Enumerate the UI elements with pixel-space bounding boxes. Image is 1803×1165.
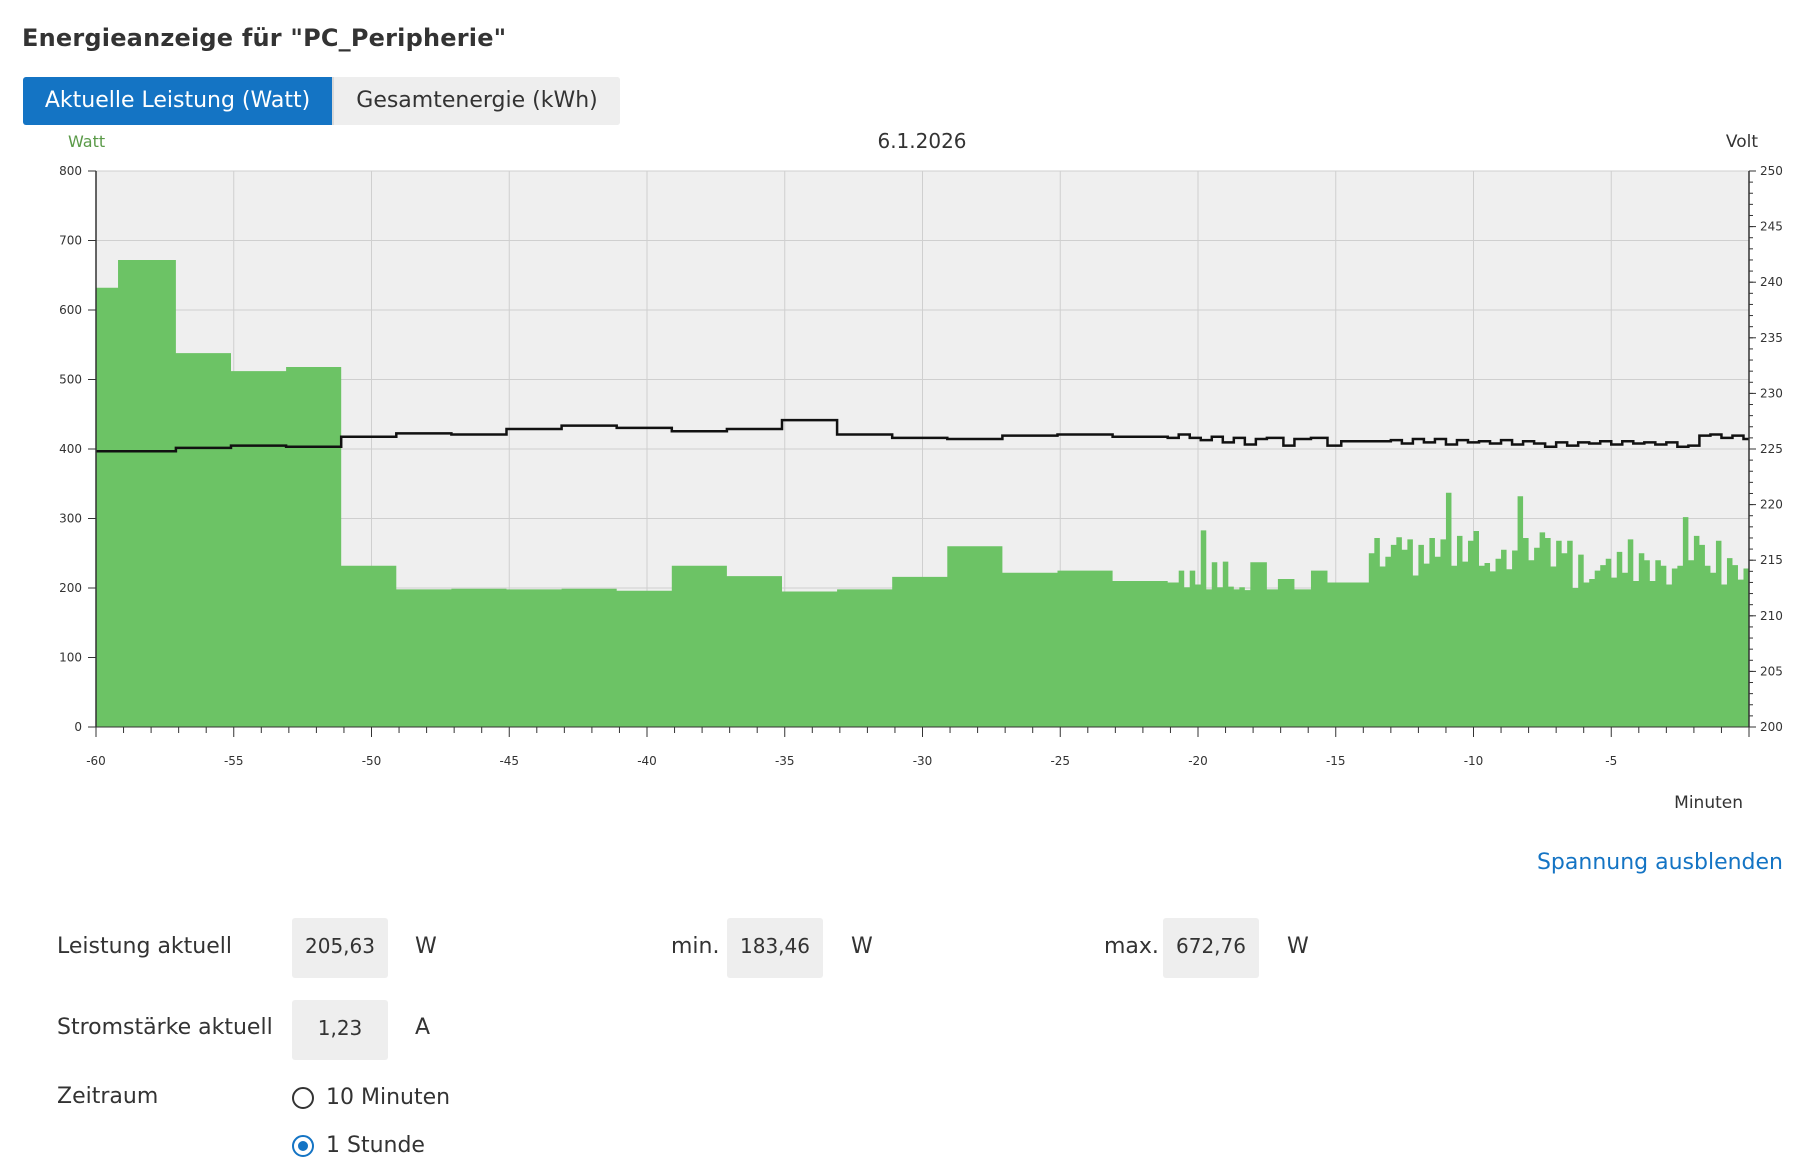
chart-tabs: Aktuelle Leistung (Watt) Gesamtenergie (… [23, 77, 620, 125]
current-label: Stromstärke aktuell [57, 1015, 273, 1040]
y-tick-label: 400 [59, 442, 82, 456]
min-unit: W [851, 934, 873, 959]
period-option-10-minutes[interactable]: 10 Minuten [292, 1085, 450, 1110]
period-option-1-hour[interactable]: 1 Stunde [292, 1133, 425, 1158]
y2-tick-label: 250 [1760, 164, 1783, 178]
current-unit: A [415, 1015, 431, 1040]
max-unit: W [1287, 934, 1309, 959]
x-tick-label: -50 [362, 754, 382, 768]
y2-tick-label: 215 [1760, 553, 1783, 567]
y-tick-label: 800 [59, 164, 82, 178]
power-value: 205,63 [292, 918, 388, 978]
y-axis-label: Watt [68, 132, 105, 151]
chart-title: 6.1.2026 [877, 129, 966, 153]
y2-tick-label: 200 [1760, 720, 1783, 734]
radio-10-minutes[interactable] [292, 1086, 314, 1109]
page-title: Energieanzeige für "PC_Peripherie" [22, 24, 507, 52]
max-value: 672,76 [1163, 918, 1259, 978]
x-tick-label: -25 [1050, 754, 1070, 768]
min-label: min. [671, 934, 720, 959]
y2-tick-label: 210 [1760, 609, 1783, 623]
power-unit: W [415, 934, 437, 959]
tab-total-energy[interactable]: Gesamtenergie (kWh) [332, 77, 620, 125]
y2-tick-label: 230 [1760, 386, 1783, 400]
y-tick-label: 200 [59, 581, 82, 595]
y-tick-label: 600 [59, 303, 82, 317]
power-label: Leistung aktuell [57, 934, 233, 959]
y-tick-label: 300 [59, 512, 82, 526]
chart-svg: 0 100 200 300 400 500 600 700 800 200 205 210 215 220… [59, 129, 1783, 813]
x-tick-label: -45 [499, 754, 519, 768]
y2-tick-label: 245 [1760, 220, 1783, 234]
x-tick-label: -60 [86, 754, 106, 768]
radio-1-hour[interactable] [292, 1134, 314, 1157]
y-tick-label: 500 [59, 373, 82, 387]
y2-tick-label: 240 [1760, 275, 1783, 289]
y2-axis-label: Volt [1726, 132, 1758, 152]
toggle-voltage-link[interactable]: Spannung ausblenden [1537, 850, 1783, 875]
x-tick-label: -35 [775, 754, 795, 768]
x-tick-label: -40 [637, 754, 657, 768]
tab-current-power[interactable]: Aktuelle Leistung (Watt) [23, 77, 332, 125]
x-tick-label: -20 [1188, 754, 1208, 768]
period-label: Zeitraum [57, 1084, 159, 1109]
period-option-label: 1 Stunde [326, 1133, 425, 1158]
y2-tick-label: 205 [1760, 664, 1783, 678]
min-value: 183,46 [727, 918, 823, 978]
y-tick-label: 100 [59, 651, 82, 665]
x-tick-label: -15 [1326, 754, 1346, 768]
current-value: 1,23 [292, 1000, 388, 1060]
x-tick-label: -30 [913, 754, 933, 768]
y2-tick-label: 235 [1760, 331, 1783, 345]
max-label: max. [1104, 934, 1159, 959]
y2-tick-label: 220 [1760, 498, 1783, 512]
x-axis-label: Minuten [1674, 793, 1743, 813]
x-tick-label: -5 [1605, 754, 1617, 768]
x-tick-label: -55 [224, 754, 244, 768]
y2-tick-label: 225 [1760, 442, 1783, 456]
period-option-label: 10 Minuten [326, 1085, 451, 1110]
y-tick-label: 700 [59, 234, 82, 248]
x-tick-label: -10 [1464, 754, 1484, 768]
y-tick-label: 0 [74, 720, 82, 734]
power-chart: 0 100 200 300 400 500 600 700 800 200 205 210 215 220… [0, 125, 1803, 825]
